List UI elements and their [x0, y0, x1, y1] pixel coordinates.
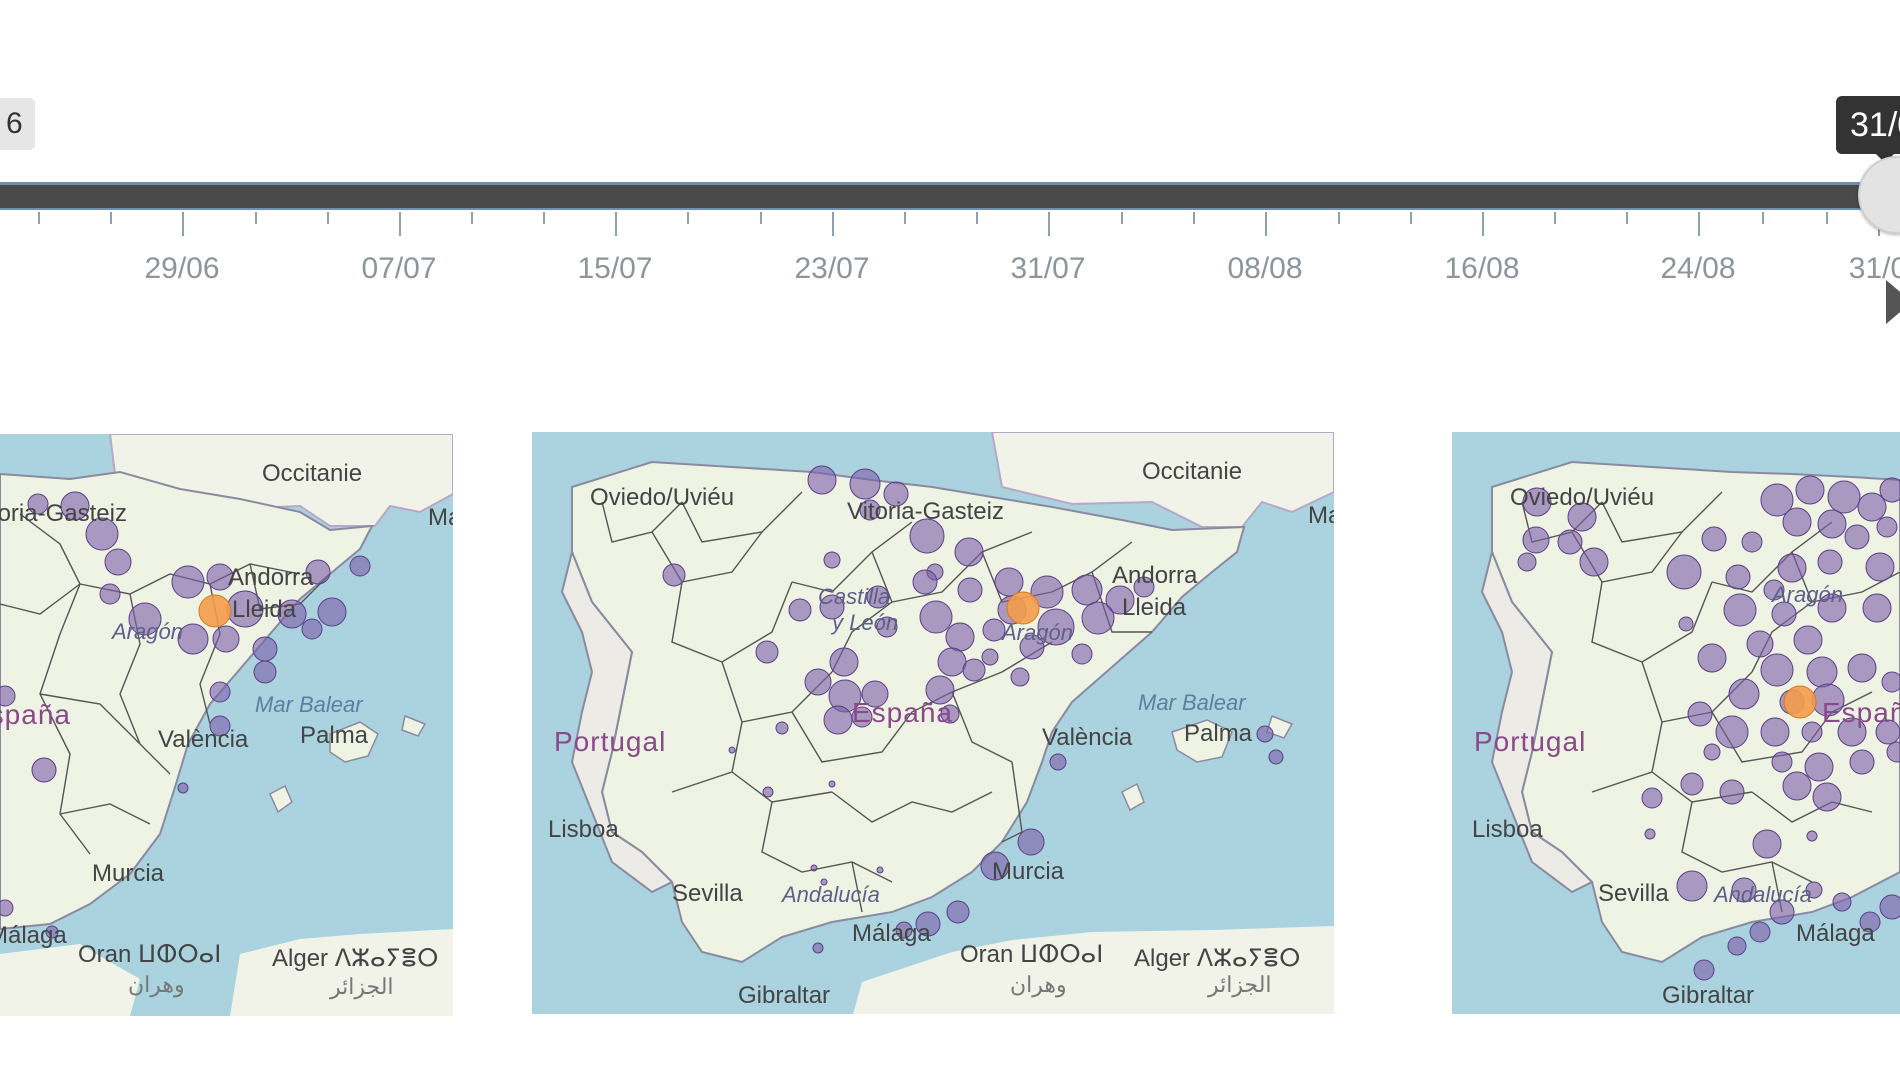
- label-lleida: Lleida: [1122, 594, 1187, 621]
- tick-label: 24/08: [1660, 252, 1736, 285]
- tick-label: 23/07: [794, 252, 870, 285]
- label-murcia: Murcia: [92, 860, 165, 887]
- map-panel-2[interactable]: Oviedo/Uviéu Vitoria-Gasteiz Occitanie M…: [532, 432, 1334, 1014]
- label-portugal: Portugal: [554, 726, 667, 757]
- label-vitoria: Vitoria-Gasteiz: [847, 498, 1004, 525]
- label-mar-balear: Mar Balear: [1138, 690, 1246, 715]
- label-andalucia: Andalucía: [1714, 882, 1812, 907]
- tick-minor: [1193, 212, 1195, 224]
- label-valencia: València: [1042, 724, 1133, 751]
- tick-label: 29/06: [144, 252, 220, 285]
- tick-major: [1482, 212, 1484, 236]
- label-murcia: Murcia: [992, 858, 1065, 885]
- label-alger: Alger ⴷⵣⴰⵢⴻⵔ: [1134, 945, 1301, 972]
- date-slider[interactable]: 6 31/0 29/06 07/07 15/07 23/07 31/07 08/…: [0, 0, 1900, 340]
- slider-track[interactable]: [0, 182, 1880, 210]
- label-ma: Ma: [1308, 502, 1334, 529]
- label-oran: Oran ⵡⵀⵔⴰⵏ: [78, 941, 222, 968]
- label-lisboa: Lisboa: [1472, 816, 1543, 843]
- label-alger-ar: الجزائر: [1208, 972, 1272, 997]
- current-date-bubble: 31/0: [1836, 96, 1900, 163]
- label-leon: y León: [832, 610, 899, 635]
- tick-minor: [1410, 212, 1412, 224]
- label-espana: España: [852, 697, 953, 728]
- label-gibraltar: Gibraltar: [1662, 982, 1755, 1009]
- tick-major: [1048, 212, 1050, 236]
- play-icon[interactable]: [1886, 280, 1900, 324]
- tick-minor: [1338, 212, 1340, 224]
- label-lleida: Lleida: [232, 596, 297, 623]
- label-occitanie: Occitanie: [262, 460, 363, 487]
- label-andalucia: Andalucía: [782, 882, 880, 907]
- tick-minor: [1826, 212, 1828, 224]
- tick-label: 31/07: [1010, 252, 1086, 285]
- label-vitoria: Vitoria-Gasteiz: [0, 500, 127, 527]
- label-ma: Ma: [428, 504, 453, 531]
- label-oviedo: Oviedo/Uviéu: [590, 484, 735, 511]
- tick-major: [1265, 212, 1267, 236]
- label-aragon: Aragón: [1002, 620, 1073, 645]
- label-valencia: València: [158, 726, 249, 753]
- map-panel-1[interactable]: Occitanie Vitoria-Gasteiz Ma Andorra Lle…: [0, 434, 453, 1016]
- start-date-bubble: 6: [0, 98, 35, 150]
- tick-minor: [976, 212, 978, 224]
- label-castilla: Castilla: [818, 584, 891, 609]
- label-aragon: Aragón: [112, 619, 183, 644]
- label-alger: Alger ⴷⵣⴰⵢⴻⵔ: [272, 945, 439, 972]
- tick-minor: [760, 212, 762, 224]
- label-gibraltar: Gibraltar: [738, 982, 831, 1009]
- tick-minor: [1554, 212, 1556, 224]
- tick-minor: [471, 212, 473, 224]
- tick-major: [1698, 212, 1700, 236]
- label-mar-balear: Mar Balear: [255, 692, 363, 717]
- tick-major: [182, 212, 184, 236]
- tick-minor: [1121, 212, 1123, 224]
- tick-label: 07/07: [361, 252, 437, 285]
- tick-minor: [1626, 212, 1628, 224]
- tick-minor: [38, 212, 40, 224]
- tick-minor: [543, 212, 545, 224]
- label-aragon: Aragón: [1772, 582, 1843, 607]
- label-sevilla: Sevilla: [672, 880, 743, 907]
- label-oran-ar: وهران: [1010, 972, 1067, 997]
- label-palma: Palma: [1184, 720, 1253, 747]
- label-alger-ar: الجزائر: [330, 974, 394, 999]
- label-oran: Oran ⵡⵀⵔⴰⵏ: [960, 941, 1104, 968]
- tick-minor: [327, 212, 329, 224]
- map-panel-3[interactable]: Oviedo/Uviéu Aragón España Portugal Lisb…: [1452, 432, 1900, 1014]
- label-sevilla: Sevilla: [1598, 880, 1669, 907]
- tick-label: 15/07: [577, 252, 653, 285]
- label-malaga: Málaga: [852, 920, 931, 947]
- slider-handle[interactable]: [1858, 156, 1900, 234]
- label-malaga: Málaga: [1796, 920, 1875, 947]
- label-occitanie: Occitanie: [1142, 458, 1243, 485]
- tick-minor: [687, 212, 689, 224]
- tick-minor: [255, 212, 257, 224]
- tick-label: 16/08: [1444, 252, 1520, 285]
- label-lisboa: Lisboa: [548, 816, 619, 843]
- tick-major: [832, 212, 834, 236]
- tick-label: 08/08: [1227, 252, 1303, 285]
- label-malaga: Málaga: [0, 922, 67, 949]
- label-palma: Palma: [300, 722, 369, 749]
- label-andorra: Andorra: [228, 564, 314, 591]
- tick-major: [615, 212, 617, 236]
- tick-minor: [904, 212, 906, 224]
- label-espana: España: [1822, 697, 1900, 728]
- tick-minor: [1762, 212, 1764, 224]
- label-portugal: Portugal: [1474, 726, 1587, 757]
- label-oran-ar: وهران: [128, 972, 185, 997]
- tick-minor: [110, 212, 112, 224]
- label-espana: España: [0, 699, 71, 730]
- label-oviedo: Oviedo/Uviéu: [1510, 484, 1655, 511]
- label-andorra: Andorra: [1112, 562, 1198, 589]
- tick-major: [399, 212, 401, 236]
